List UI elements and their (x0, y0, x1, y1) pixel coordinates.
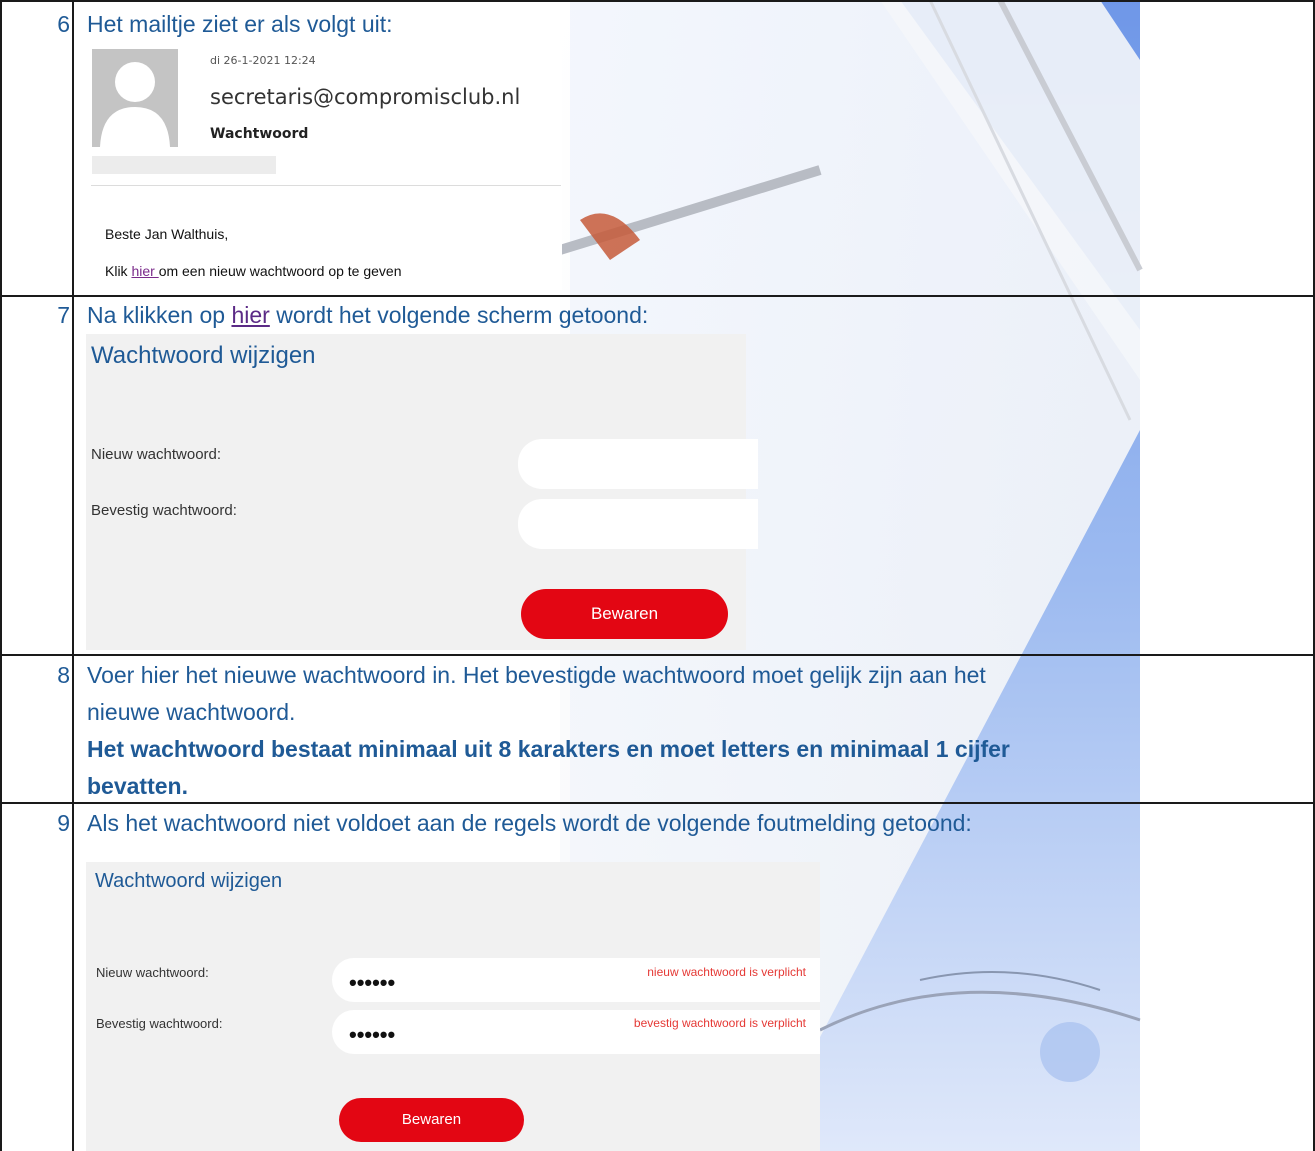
email-sender: secretaris@compromisclub.nl (210, 85, 521, 109)
form-title: Wachtwoord wijzigen (95, 870, 283, 892)
table-border-left (0, 0, 2, 1151)
change-password-form-error: Wachtwoord wijzigen Nieuw wachtwoord: ••… (86, 862, 820, 1151)
confirm-password-error: bevestig wachtwoord is verplicht (633, 1016, 806, 1030)
save-button[interactable]: Bewaren (521, 589, 728, 639)
hier-link[interactable]: hier (231, 302, 269, 328)
step-number: 9 (57, 810, 70, 836)
confirm-password-label: Bevestig wachtwoord: (91, 502, 237, 519)
table-border-divider (72, 0, 74, 1151)
email-greeting: Beste Jan Walthuis, (105, 226, 229, 242)
email-date: di 26-1-2021 12:24 (210, 54, 316, 67)
table-border-top (0, 0, 1315, 2)
email-subject: Wachtwoord (210, 126, 309, 142)
confirm-password-label: Bevestig wachtwoord: (96, 1016, 223, 1031)
new-password-value: •••••• (349, 970, 396, 995)
confirm-password-value: •••••• (349, 1022, 396, 1047)
step-text: Het mailtje ziet er als volgt uit: (87, 11, 393, 37)
step-number: 8 (57, 662, 70, 688)
avatar (92, 49, 178, 147)
redacted-recipient (92, 156, 276, 174)
row-separator (0, 654, 1315, 656)
email-divider (91, 185, 561, 186)
step-text: Als het wachtwoord niet voldoet aan de r… (87, 810, 972, 836)
form-title: Wachtwoord wijzigen (91, 342, 316, 369)
step-number: 6 (57, 11, 70, 37)
person-icon (100, 62, 170, 147)
confirm-password-input[interactable] (518, 499, 758, 549)
new-password-error: nieuw wachtwoord is verplicht (647, 965, 806, 979)
step-text: Voer hier het nieuwe wachtwoord in. Het … (87, 657, 1307, 805)
save-button[interactable]: Bewaren (339, 1098, 524, 1142)
new-password-input[interactable] (518, 439, 758, 489)
step-text: Na klikken op hier wordt het volgende sc… (87, 302, 649, 328)
password-rules: Het wachtwoord bestaat minimaal uit 8 ka… (87, 736, 1010, 762)
change-password-form: Wachtwoord wijzigen Nieuw wachtwoord: Be… (86, 334, 758, 650)
step-number: 7 (57, 302, 70, 328)
new-password-label: Nieuw wachtwoord: (96, 965, 209, 980)
email-body: Klik hier om een nieuw wachtwoord op te … (105, 263, 402, 279)
email-link-hier[interactable]: hier (131, 263, 158, 279)
email-preview: di 26-1-2021 12:24 secretaris@compromisc… (86, 44, 562, 290)
new-password-label: Nieuw wachtwoord: (91, 446, 222, 463)
